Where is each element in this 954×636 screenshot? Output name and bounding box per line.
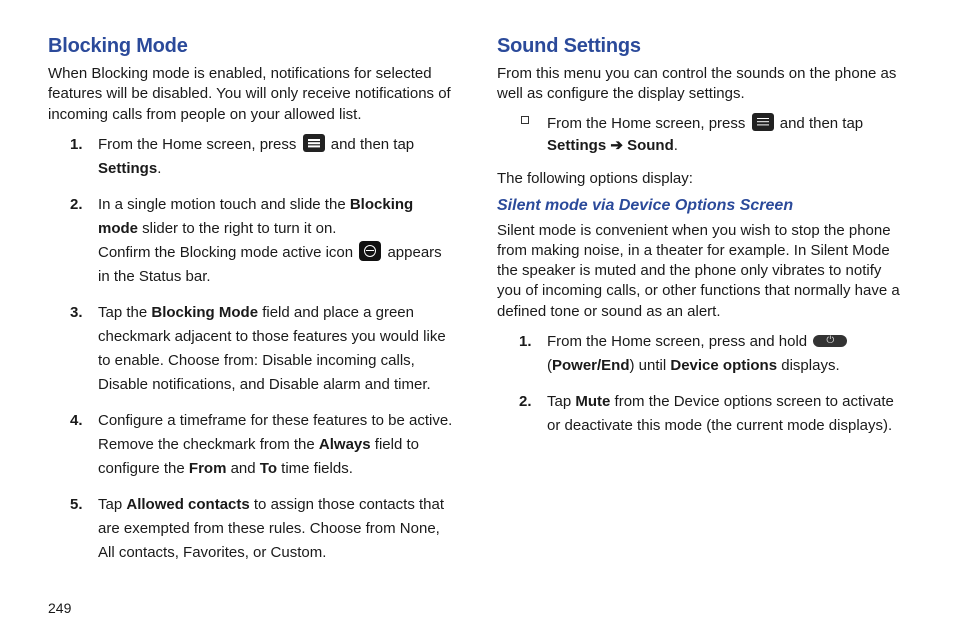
text: Tap (547, 393, 575, 410)
text: and then tap (327, 136, 415, 153)
page-number: 249 (48, 600, 906, 616)
text: ) until (630, 357, 671, 374)
always-label: Always (319, 436, 371, 453)
two-column-layout: Blocking Mode When Blocking mode is enab… (48, 35, 906, 594)
step-2: Tap Mute from the Device options screen … (547, 390, 906, 438)
text: From the Home screen, press (98, 136, 301, 153)
to-label: To (260, 460, 277, 477)
step-1: From the Home screen, press and hold (Po… (547, 330, 906, 378)
blocking-mode-intro: When Blocking mode is enabled, notificat… (48, 64, 457, 125)
text: . (674, 137, 678, 154)
sound-bullet-item: From the Home screen, press and then tap… (547, 113, 906, 158)
text: displays. (777, 357, 840, 374)
power-end-key-icon (813, 335, 847, 347)
text: time fields. (277, 460, 353, 477)
silent-mode-steps: From the Home screen, press and hold (Po… (497, 330, 906, 438)
text: and then tap (776, 115, 864, 132)
silent-mode-intro: Silent mode is convenient when you wish … (497, 221, 906, 322)
step-2: In a single motion touch and slide the B… (98, 193, 457, 289)
power-end-label: Power/End (552, 357, 630, 374)
sound-label: Sound (627, 137, 674, 154)
text: . (157, 160, 161, 177)
text: and (226, 460, 259, 477)
blocking-mode-steps: From the Home screen, press and then tap… (48, 133, 457, 565)
menu-key-icon (303, 134, 325, 152)
square-bullet-icon (521, 116, 529, 124)
allowed-contacts-label: Allowed contacts (126, 496, 249, 513)
blocking-mode-heading: Blocking Mode (48, 35, 457, 58)
settings-label: Settings (547, 137, 606, 154)
silent-mode-subheading: Silent mode via Device Options Screen (497, 197, 906, 215)
sound-settings-intro: From this menu you can control the sound… (497, 64, 906, 105)
text: From the Home screen, press and hold (547, 333, 811, 350)
right-column: Sound Settings From this menu you can co… (497, 35, 906, 594)
left-column: Blocking Mode When Blocking mode is enab… (48, 35, 457, 594)
menu-key-icon (752, 113, 774, 131)
settings-label: Settings (98, 160, 157, 177)
options-display-text: The following options display: (497, 168, 906, 189)
mute-label: Mute (575, 393, 610, 410)
step-3: Tap the Blocking Mode field and place a … (98, 301, 457, 397)
blocking-mode-field-label: Blocking Mode (151, 304, 258, 321)
text: Tap (98, 496, 126, 513)
device-options-label: Device options (670, 357, 777, 374)
text: Tap the (98, 304, 151, 321)
arrow-icon: ➔ (606, 137, 627, 154)
step-4: Configure a timeframe for these features… (98, 409, 457, 481)
step-1: From the Home screen, press and then tap… (98, 133, 457, 181)
text: slider to the right to turn it on. (138, 220, 336, 237)
text: In a single motion touch and slide the (98, 196, 350, 213)
sound-settings-heading: Sound Settings (497, 35, 906, 58)
step-5: Tap Allowed contacts to assign those con… (98, 493, 457, 565)
from-label: From (189, 460, 227, 477)
text: From the Home screen, press (547, 115, 750, 132)
text: Confirm the Blocking mode active icon (98, 244, 357, 261)
blocking-active-icon (359, 241, 381, 261)
